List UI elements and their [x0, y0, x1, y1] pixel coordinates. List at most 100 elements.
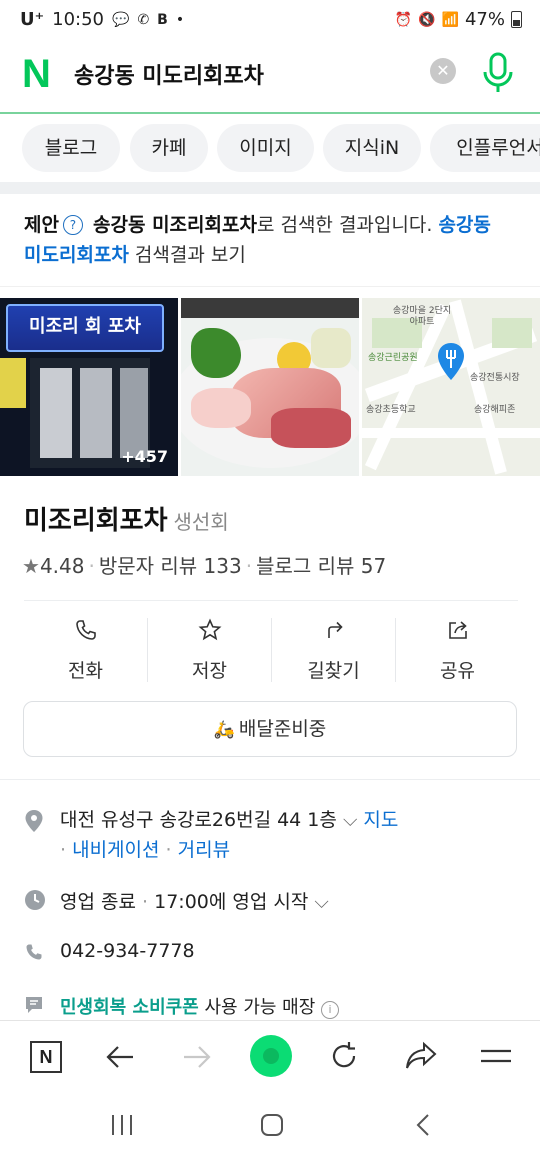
forward-arrow-icon[interactable] — [182, 1043, 212, 1071]
save-label: 저장 — [192, 660, 227, 682]
coupon-text: 사용 가능 매장 — [204, 997, 316, 1018]
place-category: 생선회 — [173, 510, 229, 534]
map-label-apartment: 송강마을 2단지아파트 — [392, 306, 452, 327]
phone-number[interactable]: 042-934-7778 — [60, 940, 195, 962]
tab-images[interactable]: 이미지 — [217, 124, 314, 172]
location-pin-icon — [25, 810, 43, 832]
refresh-icon[interactable] — [328, 1040, 360, 1072]
separator-dot: · — [245, 554, 253, 578]
map-label-market: 송강전통시장 — [470, 373, 520, 383]
share-arrow-icon[interactable] — [404, 1041, 438, 1071]
system-navigation-bar — [0, 1092, 540, 1158]
naver-logo-icon[interactable]: N — [22, 54, 58, 94]
clear-search-button[interactable]: ✕ — [430, 58, 456, 84]
star-icon: ★ — [22, 554, 40, 578]
rating-value: 4.48 — [39, 554, 85, 578]
place-name[interactable]: 미조리회포차 — [24, 506, 168, 536]
separator-dot: · — [88, 554, 95, 578]
mute-icon: 🔇 — [418, 11, 436, 28]
chevron-down-icon[interactable]: ⌵ — [314, 891, 328, 913]
sign-text: 미조리 회 포차 — [29, 316, 141, 337]
storefront-photo[interactable]: 미조리 회 포차 +457 — [0, 298, 178, 476]
phone-icon — [26, 944, 42, 960]
tab-influencer[interactable]: 인플루언서 — [430, 124, 540, 172]
map-link[interactable]: 지도 — [363, 809, 398, 831]
missed-call-icon: ✆ — [137, 11, 150, 28]
directions-button[interactable]: 길찾기 — [272, 614, 395, 686]
suggestion-mid-text: 로 검색한 결과입니다. — [256, 214, 433, 236]
separator-dot: · — [60, 839, 67, 861]
coupon-row: 민생회복 소비쿠폰 사용 가능 매장 i — [24, 993, 340, 1019]
coupon-link[interactable]: 민생회복 소비쿠폰 — [60, 997, 199, 1018]
battery-percent: 47% — [464, 9, 505, 30]
sashimi-photo[interactable] — [181, 298, 359, 476]
streetview-link[interactable]: 거리뷰 — [178, 839, 230, 861]
tab-knowledge-in[interactable]: 지식iN — [323, 124, 421, 172]
address-row: 대전 유성구 송강로26번길 44 1층 ⌵ 지도 · 내비게이션 · 거리뷰 — [24, 805, 540, 865]
hours-detail: 17:00에 영업 시작 — [154, 891, 309, 913]
divider — [0, 286, 540, 287]
chevron-down-icon[interactable]: ⌵ — [343, 809, 357, 831]
share-icon — [448, 621, 467, 639]
place-title[interactable]: 미조리회포차 생선회 — [24, 500, 229, 537]
wifi-icon: 📶 — [441, 11, 459, 28]
hours-status: 영업 종료 — [60, 891, 136, 913]
voice-search-icon[interactable] — [480, 52, 516, 94]
home-icon[interactable] — [260, 1113, 284, 1137]
search-tabs: 블로그 카페 이미지 지식iN 인플루언서 — [0, 114, 540, 182]
blog-reviews-link[interactable]: 블로그 리뷰 57 — [256, 554, 386, 578]
call-button[interactable]: 전화 — [24, 614, 147, 686]
system-back-icon[interactable] — [414, 1113, 432, 1137]
naver-home-button[interactable]: N — [30, 1041, 62, 1073]
directions-arrow-icon — [327, 621, 343, 638]
action-buttons: 전화 저장 길찾기 공유 — [24, 614, 518, 686]
business-hours-row[interactable]: 영업 종료 · 17:00에 영업 시작 ⌵ — [24, 887, 329, 914]
phone-icon — [75, 620, 96, 640]
suggestion-prefix: 제안 — [24, 214, 59, 236]
delivery-scooter-icon: 🛵 — [213, 720, 235, 740]
map-thumbnail[interactable]: 송강마을 2단지아파트 송강근린공원 송강전통시장 송강해피존 송강초등학교 — [362, 298, 540, 476]
help-question-icon[interactable]: ? — [62, 215, 83, 235]
call-label: 전화 — [68, 660, 103, 682]
browser-toolbar: N — [0, 1020, 540, 1093]
search-bar: N 송강동 미도리회포차 ✕ — [0, 40, 540, 114]
section-divider — [0, 182, 540, 194]
map-label-school: 송강초등학교 — [366, 405, 416, 415]
rating-row: ★4.48 · 방문자 리뷰 133 · 블로그 리뷰 57 — [22, 550, 386, 579]
divider — [24, 600, 518, 601]
phone-row[interactable]: 042-934-7778 — [24, 940, 195, 962]
separator-dot: · — [165, 839, 172, 861]
place-photo-strip: 미조리 회 포차 +457 송강마을 2단지아파트 송강근린공원 송강전통시장 … — [0, 298, 540, 476]
save-button[interactable]: 저장 — [148, 614, 271, 686]
menu-icon[interactable] — [480, 1045, 512, 1067]
tab-cafe[interactable]: 카페 — [130, 124, 208, 172]
spelling-suggestion: 제안? 송강동 미조리회포차로 검색한 결과입니다. 송강동 미도리회포차 검색… — [24, 210, 514, 270]
b-app-icon: B — [157, 11, 168, 28]
address-text: 대전 유성구 송강로26번길 44 1층 — [60, 809, 337, 831]
more-notifications-dot-icon: • — [175, 11, 185, 28]
info-circle-icon[interactable]: i — [321, 1001, 340, 1019]
share-button[interactable]: 공유 — [396, 614, 519, 686]
photo-count-badge: +457 — [121, 447, 168, 466]
search-input[interactable]: 송강동 미도리회포차 — [74, 58, 264, 90]
corrected-query: 송강동 미조리회포차 — [93, 214, 257, 236]
alarm-icon: ⏰ — [394, 11, 413, 28]
talk-notification-icon: 💬 — [112, 11, 130, 28]
notice-icon — [26, 997, 42, 1013]
back-arrow-icon[interactable] — [105, 1043, 135, 1071]
suggestion-suffix: 검색결과 보기 — [128, 244, 246, 266]
carrier-label: U⁺ — [20, 9, 45, 30]
visitor-reviews-link[interactable]: 방문자 리뷰 133 — [99, 554, 242, 578]
delivery-status-button[interactable]: 🛵 배달준비중 — [23, 701, 517, 757]
recent-apps-icon[interactable] — [110, 1114, 134, 1136]
share-label: 공유 — [440, 660, 475, 682]
greendot-button[interactable] — [250, 1035, 292, 1077]
star-outline-icon — [198, 618, 221, 641]
tab-blog[interactable]: 블로그 — [22, 124, 120, 172]
map-label-park: 송강근린공원 — [368, 353, 418, 363]
map-label-happyzone: 송강해피존 — [474, 405, 516, 415]
battery-icon — [511, 11, 522, 28]
navigation-link[interactable]: 내비게이션 — [72, 839, 159, 861]
status-bar: U⁺ 10:50 💬 ✆ B • ⏰ 🔇 📶 47% — [0, 0, 540, 40]
separator-dot: · — [142, 891, 149, 913]
